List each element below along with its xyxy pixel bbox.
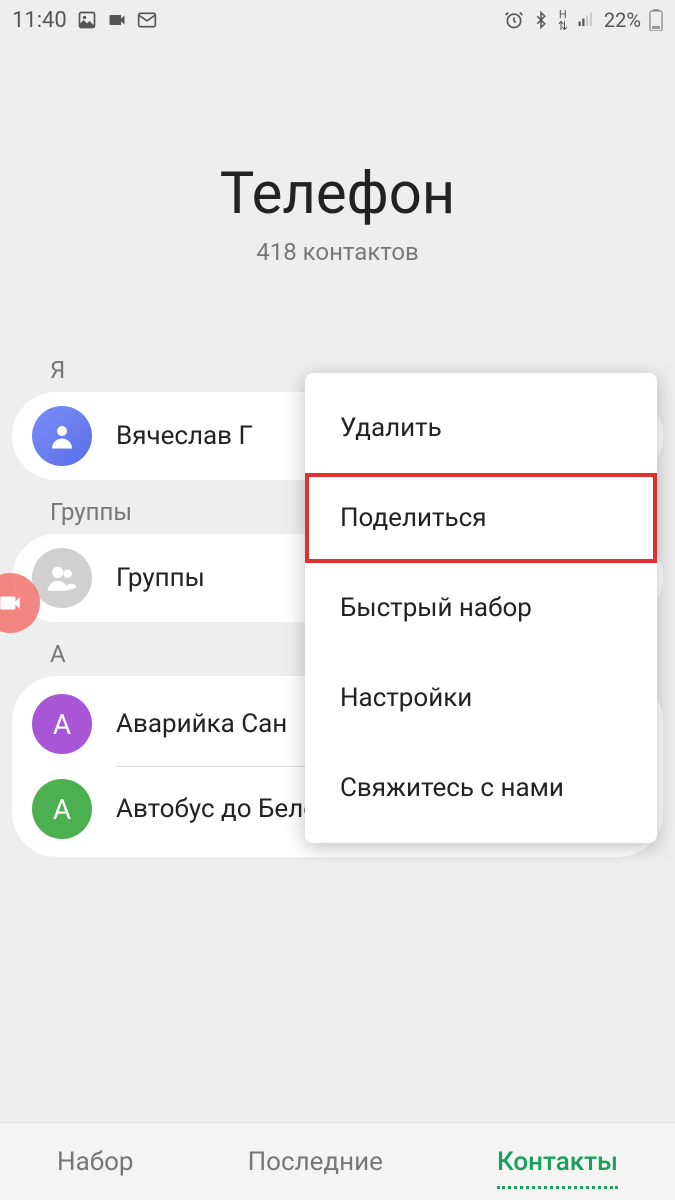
status-time: 11:40 (12, 8, 67, 33)
tab-dial[interactable]: Набор (37, 1137, 154, 1187)
tab-recent[interactable]: Последние (228, 1137, 403, 1187)
menu-settings[interactable]: Настройки (305, 653, 657, 743)
alarm-icon (504, 10, 524, 30)
overflow-menu: Удалить Поделиться Быстрый набор Настрой… (305, 373, 657, 843)
battery-icon (649, 9, 663, 31)
signal-icon (576, 11, 596, 29)
bluetooth-icon (532, 10, 550, 30)
my-profile-name: Вячеслав Г (116, 421, 253, 451)
menu-share[interactable]: Поделиться (305, 473, 657, 563)
menu-delete[interactable]: Удалить (305, 383, 657, 473)
contact-count: 418 контактов (0, 238, 675, 266)
status-right: H ⇅ 22% (504, 8, 663, 32)
data-icon: H ⇅ (558, 9, 568, 32)
status-bar: 11:40 H ⇅ 22% (0, 0, 675, 40)
image-icon (77, 10, 97, 30)
avatar: A (32, 779, 92, 839)
tab-contacts[interactable]: Контакты (477, 1137, 638, 1187)
status-left: 11:40 (12, 8, 157, 33)
bottom-navigation: Набор Последние Контакты (0, 1122, 675, 1200)
mail-icon (137, 10, 157, 30)
avatar (32, 406, 92, 466)
page-title: Телефон (0, 160, 675, 228)
app-header: Телефон 418 контактов (0, 40, 675, 346)
menu-speed-dial[interactable]: Быстрый набор (305, 563, 657, 653)
battery-percentage: 22% (604, 8, 641, 32)
contact-name: Аварийка Сан (116, 709, 287, 739)
videocam-icon (107, 10, 127, 30)
groups-icon (32, 548, 92, 608)
groups-name: Группы (116, 563, 205, 593)
avatar: A (32, 694, 92, 754)
menu-contact-us[interactable]: Свяжитесь с нами (305, 743, 657, 833)
